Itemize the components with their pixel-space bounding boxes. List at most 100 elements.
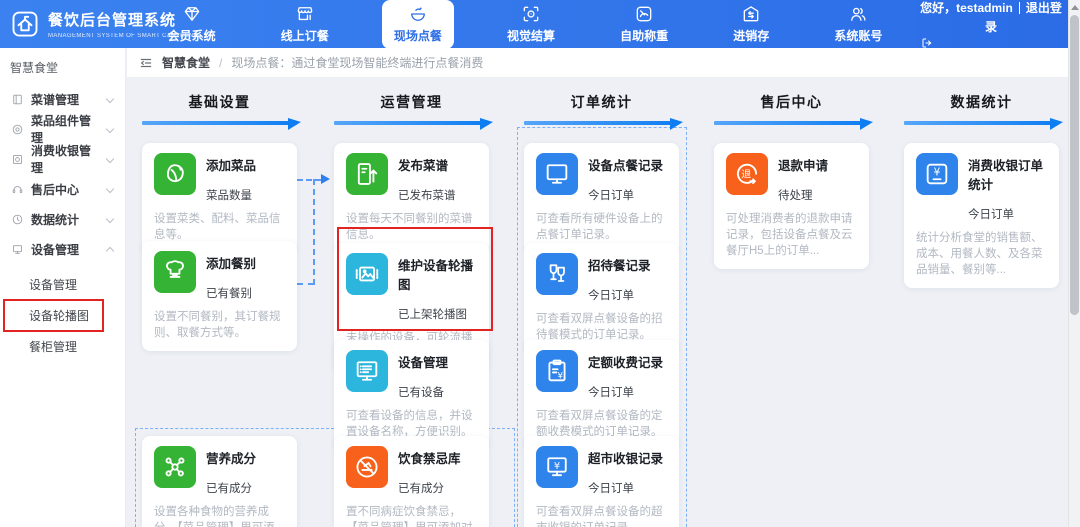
chevron-up-icon [105,246,115,256]
sidebar-item-data-stats[interactable]: 数据统计 [0,204,125,234]
breadcrumb-current: 现场点餐：通过食堂现场智能终端进行点餐消费 [231,56,484,70]
card-description: 设置每天不同餐别的菜谱信息。 [346,213,473,241]
sidebar-item-label: 售后中心 [31,182,80,197]
nav-member-system[interactable]: 会员系统 [156,0,228,49]
breadcrumb-root[interactable]: 智慧食堂 [162,54,210,71]
nav-onsite-order[interactable]: 现场点餐 [381,0,454,49]
card-title: 超市收银记录 [588,452,664,466]
nav-visual-checkout[interactable]: 视觉结算 [495,0,567,49]
svg-text:退: 退 [741,169,751,181]
cashier-icon [11,153,24,166]
sidebar-item-aftersale-center[interactable]: 售后中心 [0,174,125,204]
scan-icon [521,4,541,24]
card-cashier-order-stats[interactable]: ¥ 消费收银订单统计 今日订单 统计分析食堂的销售额、成本、用餐人数、及各菜品销… [904,143,1059,288]
svg-text:¥: ¥ [934,167,941,179]
card-description: 置不同病症饮食禁忌，【菜品管理】里可添加对应的。 [346,506,473,527]
column-header-operation: 运营管理 [334,92,493,130]
card-nutrition[interactable]: 营养成分 已有成分 设置各种食物的营养成分，【菜品管理】里可添加对应的食物及分.… [142,436,297,527]
sidebar-item-label: 数据统计 [31,212,80,227]
chevron-down-icon [105,184,115,194]
card-description: 可查看所有硬件设备上的点餐订单记录。 [536,213,663,241]
card-title: 消费收银订单统计 [968,159,1044,192]
sidebar-item-cashier-mgmt[interactable]: 消费收银管理 [0,144,125,175]
nav-label: 进销存 [733,28,770,43]
user-area: 您好，testadmin 退出登录 [918,0,1064,48]
column-title: 基础设置 [188,94,251,110]
card-publish-menu[interactable]: 发布菜谱 已发布菜谱 设置每天不同餐别的菜谱信息。 [334,143,489,253]
sidebar-item-device-mgmt[interactable]: 设备管理 [0,234,125,264]
card-add-meal-type[interactable]: 添加餐别 已有餐别 设置不同餐别，其订餐规则、取餐方式等。 [142,241,297,351]
card-subtitle: 待处理 [778,190,813,202]
card-title: 饮食禁忌库 [398,452,461,466]
topbar: 餐饮后台管理系统 MANAGEMENT SYSTEM OF SMART CANT… [0,0,1080,49]
nav-label: 系统账号 [834,28,883,43]
sidebar-title: 智慧食堂 [10,61,59,75]
card-title: 设备管理 [398,356,449,370]
scroll-up-arrow-icon [1070,4,1079,10]
card-description: 可处理消费者的退款申请记录，包括设备点餐及云餐厅H5上的订单... [726,213,853,257]
card-title: 添加菜品 [206,159,257,173]
book-icon [11,93,24,106]
card-title: 添加餐别 [206,257,257,271]
card-subtitle: 已有成分 [206,483,252,495]
card-add-dish[interactable]: 添加菜品 菜品数量 设置菜类、配料、菜品信息等。 [142,143,297,253]
card-refund-request[interactable]: 退 退款申请 待处理 可处理消费者的退款申请记录，包括设备点餐及云餐厅H5上的订… [714,143,869,269]
sidebar-subitem-cabinet-mgmt[interactable]: 餐柜管理 [0,332,125,363]
card-subtitle: 今日订单 [968,209,1014,221]
chevron-down-icon [105,214,115,224]
card-device-order-record[interactable]: 设备点餐记录 今日订单 可查看所有硬件设备上的点餐订单记录。 [524,143,679,253]
breadcrumb-bar: 智慧食堂 / 现场点餐：通过食堂现场智能终端进行点餐消费 [127,48,1080,78]
card-device-mgmt[interactable]: 设备管理 已有设备 可查看设备的信息，并设置设备名称，方便识别。 [334,340,489,450]
clock-stats-icon [11,213,24,226]
smart-canteen-logo-icon [10,9,40,39]
sidebar-item-menu-mgmt[interactable]: 菜谱管理 [0,84,125,114]
header-arrow-bar [714,118,873,130]
card-description: 可查看双屏点餐设备的超市收银的订单记录。 [536,506,663,527]
card-description: 可查看双屏点餐设备的招待餐模式的订单记录。 [536,313,663,341]
sidebar-item-label: 菜品组件管理 [31,114,92,145]
connector-line [313,179,315,285]
device-list-icon [346,350,388,392]
card-supermarket-cashier-record[interactable]: ¥ 超市收银记录 今日订单 可查看双屏点餐设备的超市收银的订单记录。 [524,436,679,527]
collapse-menu-icon[interactable] [139,56,153,70]
card-subtitle: 已有餐别 [206,288,252,300]
sidebar-subitem-device-mgmt[interactable]: 设备管理 [0,270,125,301]
column-header-basic-settings: 基础设置 [142,92,301,130]
scrollbar-thumb[interactable] [1070,15,1079,315]
column-title: 订单统计 [570,94,633,110]
molecule-icon [154,446,196,488]
divider [1018,1,1020,14]
page-scrollbar[interactable] [1068,0,1080,527]
card-title: 维护设备轮播图 [398,259,474,292]
card-title: 定额收费记录 [588,356,664,370]
card-reception-meal-record[interactable]: 招待餐记录 今日订单 可查看双屏点餐设备的招待餐模式的订单记录。 [524,243,679,353]
chevron-down-icon [105,154,115,164]
carousel-icon [346,253,388,295]
svg-text:¥: ¥ [554,461,560,472]
sidebar-item-dish-component-mgmt[interactable]: 菜品组件管理 [0,114,125,145]
card-diet-taboo[interactable]: 饮食禁忌库 已有成分 置不同病症饮食禁忌，【菜品管理】里可添加对应的。 [334,436,489,527]
card-description: 统计分析食堂的销售额、成本、用餐人数、及各菜品销量、餐别等... [916,232,1043,276]
nav-system-account[interactable]: 系统账号 [822,0,894,49]
component-icon [11,123,24,136]
logout-icon[interactable] [918,37,1064,49]
card-description: 设置各种食物的营养成分，【菜品管理】里可添加对应的食物及分... [154,506,275,527]
card-subtitle: 已有成分 [398,483,444,495]
scrollbar-up-button[interactable] [1069,0,1080,14]
clipboard-yen-icon: ¥ [536,350,578,392]
card-title: 营养成分 [206,452,257,466]
column-header-aftersale: 售后中心 [714,92,873,130]
card-fixed-fee-record[interactable]: ¥ 定额收费记录 今日订单 可查看双屏点餐设备的定额收费模式的订单记录。 [524,340,679,450]
svg-text:¥: ¥ [557,372,563,382]
card-subtitle: 今日订单 [588,190,634,202]
nav-label: 会员系统 [167,28,216,43]
nav-self-weighing[interactable]: 自助称重 [608,0,680,49]
monitor-yen-icon: ¥ [536,446,578,488]
connector-line [297,283,314,285]
sidebar-subitem-device-carousel[interactable]: 设备轮播图 [0,301,125,332]
user-greeting: 您好，testadmin [920,0,1013,15]
nav-online-order[interactable]: 线上订餐 [269,0,341,49]
nav-inventory[interactable]: 进销存 [721,0,781,49]
column-title: 售后中心 [760,94,823,110]
card-description: 设置菜类、配料、菜品信息等。 [154,213,281,241]
